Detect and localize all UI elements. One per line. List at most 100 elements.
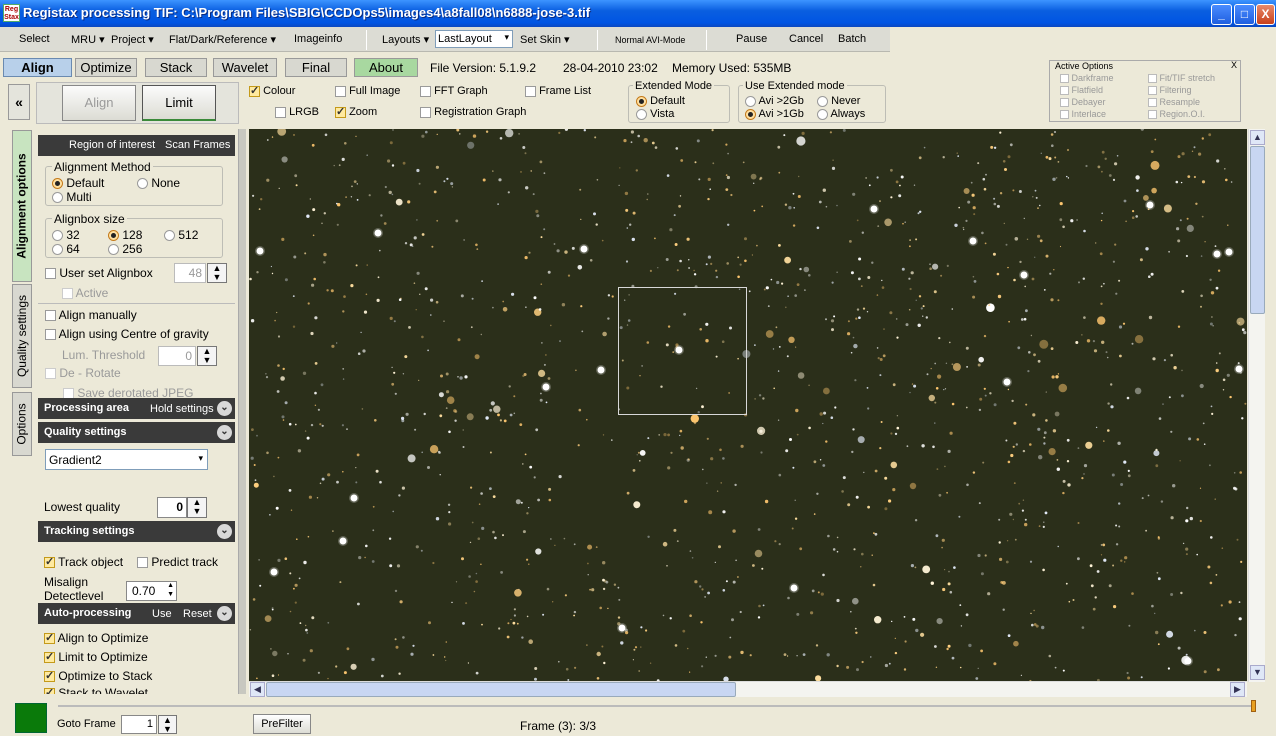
frame-slider-handle[interactable]	[1251, 700, 1256, 712]
expand-chevron-icon[interactable]: ⌄	[217, 425, 232, 440]
optimize-to-stack-checkbox[interactable]: Optimize to Stack	[44, 669, 152, 683]
lum-threshold-input[interactable]: 0	[158, 346, 196, 366]
limit-button[interactable]: Limit	[142, 85, 216, 121]
menu-project[interactable]: Project ▾	[111, 33, 154, 46]
expand-chevron-icon[interactable]: ⌄	[217, 606, 232, 621]
lowest-quality-input[interactable]: 0	[157, 497, 187, 518]
side-tab-options[interactable]: Options	[12, 392, 32, 456]
scroll-down-button[interactable]: ▼	[1250, 665, 1265, 680]
collapse-panel-button[interactable]: «	[8, 84, 30, 120]
goto-frame-spinner[interactable]: ▲ ▼	[158, 715, 177, 734]
extended-vista-radio[interactable]: Vista	[636, 108, 674, 120]
tab-about[interactable]: About	[354, 58, 418, 77]
scroll-left-button[interactable]: ◀	[250, 682, 265, 697]
maximize-button[interactable]: □	[1234, 4, 1255, 25]
alignbox-512-radio[interactable]: 512	[164, 228, 198, 242]
auto-reset-button[interactable]: Reset	[183, 608, 212, 620]
goto-frame-input[interactable]: 1	[121, 715, 157, 734]
tab-stack[interactable]: Stack	[145, 58, 207, 77]
tab-align[interactable]: Align	[3, 58, 72, 77]
menu-select[interactable]: Select	[19, 33, 50, 45]
side-tab-alignment-options[interactable]: Alignment options	[12, 130, 32, 282]
close-button[interactable]: X	[1256, 4, 1275, 25]
auto-use-button[interactable]: Use	[152, 608, 172, 620]
horizontal-scroll-thumb[interactable]	[266, 682, 736, 697]
align-button[interactable]: Align	[62, 85, 136, 121]
title-bar[interactable]: Reg Stax Registax processing TIF: C:\Pro…	[0, 0, 1276, 27]
active-checkbox[interactable]: Active	[62, 286, 108, 300]
lrgb-checkbox[interactable]: LRGB	[275, 106, 319, 118]
frame-list-checkbox[interactable]: Frame List	[525, 85, 591, 97]
menu-mru[interactable]: MRU ▾	[71, 33, 105, 46]
alignbox-64-radio[interactable]: 64	[52, 242, 80, 256]
avi-1gb-radio[interactable]: Avi >1Gb	[745, 108, 804, 120]
vertical-scroll-thumb[interactable]	[1250, 146, 1265, 314]
tab-final[interactable]: Final	[285, 58, 347, 77]
pause-button[interactable]: Pause	[736, 33, 767, 45]
layout-select[interactable]: LastLayout ▾	[435, 30, 513, 48]
menu-flat-dark-reference[interactable]: Flat/Dark/Reference ▾	[169, 33, 276, 46]
misalign-detectlevel-input[interactable]: 0.70 ▲ ▼	[126, 581, 177, 601]
alignment-box[interactable]	[618, 287, 747, 415]
processing-area-header[interactable]: Processing area Hold settings ⌄	[38, 398, 235, 419]
alignbox-128-radio[interactable]: 128	[108, 228, 142, 242]
method-none-radio[interactable]: None	[137, 176, 180, 190]
extended-default-radio[interactable]: Default	[636, 95, 685, 107]
tab-wavelet[interactable]: Wavelet	[213, 58, 277, 77]
region-of-interest-button[interactable]: Region of interest	[69, 139, 155, 151]
align-manually-checkbox[interactable]: Align manually	[45, 308, 137, 322]
method-multi-radio[interactable]: Multi	[52, 190, 92, 204]
colour-checkbox[interactable]: Colour	[249, 84, 295, 97]
horizontal-scrollbar[interactable]: ◀ ▶	[249, 681, 1247, 697]
alignbox-value-input[interactable]: 48	[174, 263, 206, 283]
batch-button[interactable]: Batch	[838, 33, 866, 45]
fft-graph-checkbox[interactable]: FFT Graph	[420, 85, 488, 97]
vertical-scrollbar[interactable]: ▲ ▼	[1248, 129, 1265, 682]
method-default-radio[interactable]: Default	[52, 176, 104, 190]
never-radio[interactable]: Never	[817, 95, 860, 107]
minimize-button[interactable]: _	[1211, 4, 1232, 25]
always-radio[interactable]: Always	[817, 108, 865, 120]
predict-track-checkbox[interactable]: Predict track	[137, 555, 218, 569]
expand-chevron-icon[interactable]: ⌄	[217, 524, 232, 539]
zoom-checkbox[interactable]: Zoom	[335, 105, 377, 118]
stack-to-wavelet-checkbox[interactable]: Stack to Wavelet	[44, 686, 148, 694]
tab-optimize[interactable]: Optimize	[75, 58, 137, 77]
scan-frames-button[interactable]: Scan Frames	[165, 139, 230, 151]
align-to-optimize-checkbox[interactable]: Align to Optimize	[44, 631, 148, 645]
lowest-quality-spinner[interactable]: ▲ ▼	[187, 497, 207, 518]
menu-imageinfo[interactable]: Imageinfo	[294, 33, 342, 45]
star-field-image[interactable]	[249, 129, 1247, 681]
side-tab-quality-settings[interactable]: Quality settings	[12, 284, 32, 388]
normal-avi-mode-button[interactable]: Normal AVI-Mode	[615, 35, 685, 45]
auto-processing-header[interactable]: Auto-processing Use Reset ⌄	[38, 603, 235, 624]
de-rotate-checkbox[interactable]: De - Rotate	[45, 366, 121, 380]
panel-splitter[interactable]	[238, 129, 246, 694]
scroll-up-button[interactable]: ▲	[1250, 130, 1265, 145]
quality-method-select[interactable]: Gradient2 ▾	[45, 449, 208, 470]
save-derotated-checkbox[interactable]: Save derotated JPEG	[63, 386, 193, 398]
alignbox-32-radio[interactable]: 32	[52, 228, 80, 242]
avi-2gb-radio[interactable]: Avi >2Gb	[745, 95, 804, 107]
menu-layouts[interactable]: Layouts ▾	[382, 33, 429, 46]
registration-graph-checkbox[interactable]: Registration Graph	[420, 106, 526, 118]
full-image-checkbox[interactable]: Full Image	[335, 85, 400, 97]
lum-threshold-spinner[interactable]: ▲ ▼	[197, 346, 217, 366]
scroll-right-button[interactable]: ▶	[1230, 682, 1245, 697]
limit-to-optimize-checkbox[interactable]: Limit to Optimize	[44, 650, 148, 664]
user-set-alignbox-checkbox[interactable]: User set Alignbox	[45, 266, 153, 280]
alignbox-spinner[interactable]: ▲ ▼	[207, 263, 227, 283]
hold-settings-button[interactable]: Hold settings	[150, 403, 214, 415]
expand-chevron-icon[interactable]: ⌄	[217, 401, 232, 416]
tracking-settings-header[interactable]: Tracking settings ⌄	[38, 521, 235, 542]
menu-set-skin[interactable]: Set Skin ▾	[520, 33, 570, 46]
alignbox-256-radio[interactable]: 256	[108, 242, 142, 256]
quality-settings-header[interactable]: Quality settings ⌄	[38, 422, 235, 443]
prefilter-button[interactable]: PreFilter	[253, 714, 311, 734]
align-cog-checkbox[interactable]: Align using Centre of gravity	[45, 327, 209, 341]
track-object-checkbox[interactable]: Track object	[44, 555, 123, 569]
active-options-close-button[interactable]: X	[1231, 60, 1237, 70]
cancel-button[interactable]: Cancel	[789, 33, 823, 45]
frame-slider-track[interactable]	[58, 705, 1254, 707]
spinner-arrows-icon[interactable]: ▲ ▼	[167, 581, 174, 599]
